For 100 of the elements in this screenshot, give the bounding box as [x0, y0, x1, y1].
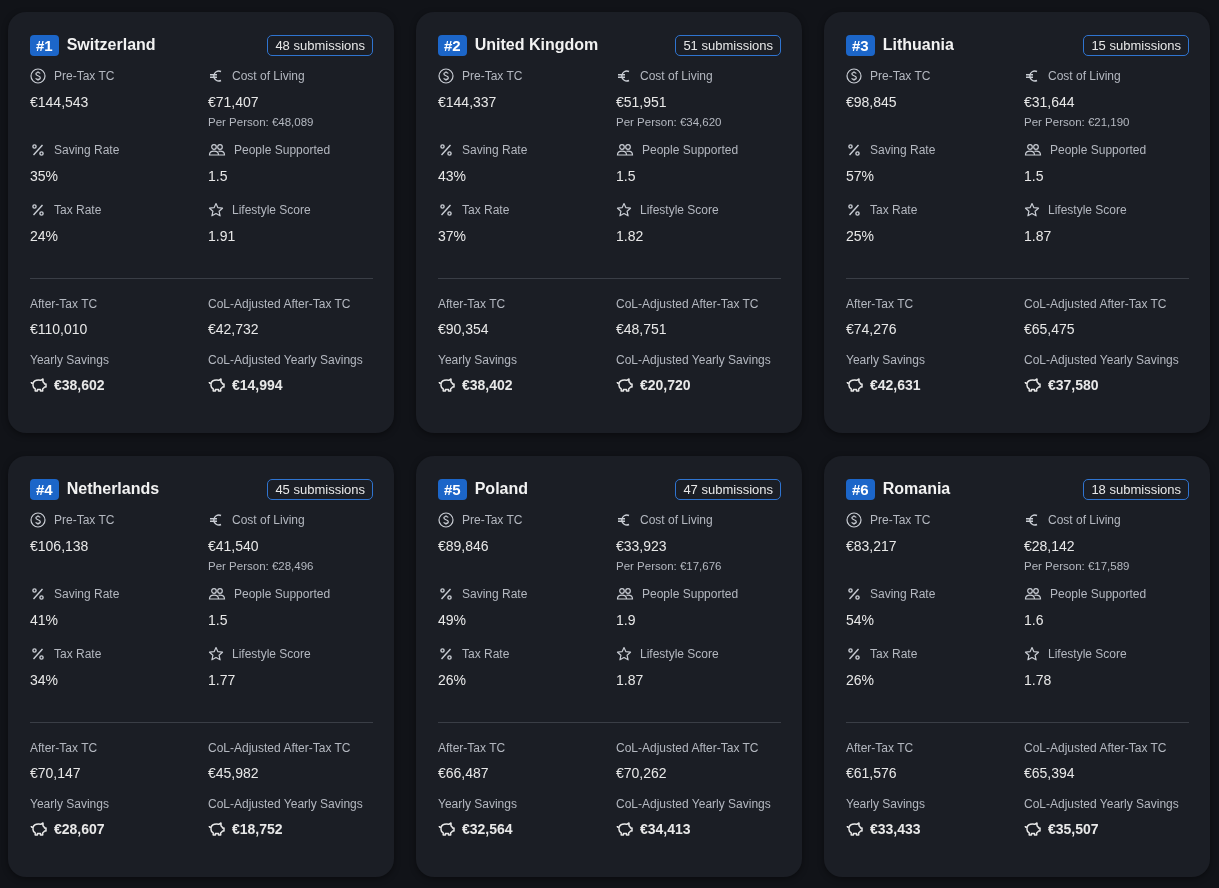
metric-label: Lifestyle Score [640, 203, 719, 217]
metric-value: €41,540 [208, 538, 260, 554]
euro-icon [616, 68, 632, 84]
metric-label: Saving Rate [54, 587, 120, 601]
metric-label: Cost of Living [1048, 69, 1121, 83]
total-label: CoL-Adjusted Yearly Savings [1024, 797, 1180, 811]
euro-icon [1024, 68, 1040, 84]
star-icon [208, 646, 224, 662]
piggy-bank-icon [30, 821, 48, 837]
submissions-badge: 48 submissions [267, 34, 373, 56]
metric-value: 1.87 [1024, 228, 1053, 244]
metric-label: People Supported [642, 143, 739, 157]
submissions-badge: 47 submissions [675, 478, 781, 500]
metric-label: Tax Rate [54, 647, 102, 661]
percent-icon [30, 202, 46, 218]
metric-label: Cost of Living [232, 513, 305, 527]
total-label: After-Tax TC [438, 741, 507, 755]
metric-value: 1.87 [616, 672, 645, 688]
total-label: CoL-Adjusted After-Tax TC [616, 297, 760, 311]
metric-value: 57% [846, 168, 876, 184]
percent-icon [438, 142, 454, 158]
metric-value: €51,951 [616, 94, 668, 110]
savings-value: €38,402 [462, 377, 513, 393]
rank-badge: #4 [30, 478, 59, 500]
percent-icon [438, 202, 454, 218]
piggy-bank-icon [438, 821, 456, 837]
euro-icon [208, 512, 224, 528]
metric-value: 1.82 [616, 228, 645, 244]
metric-value: 1.77 [208, 672, 237, 688]
per-person-note: Per Person: €21,190 [1024, 116, 1131, 128]
savings-value: €20,720 [640, 377, 691, 393]
metric-value: 25% [846, 228, 876, 244]
total-label: CoL-Adjusted After-Tax TC [1024, 297, 1168, 311]
people-icon [616, 142, 634, 158]
people-icon [208, 142, 226, 158]
metric-label: People Supported [234, 587, 331, 601]
savings-value: €35,507 [1048, 821, 1099, 837]
submissions-badge: 15 submissions [1083, 34, 1189, 56]
country-name: Switzerland [66, 36, 156, 54]
metric-value: 1.5 [1024, 168, 1045, 184]
metric-label: Cost of Living [232, 69, 305, 83]
total-label: Yearly Savings [30, 797, 110, 811]
metric-value: 26% [438, 672, 468, 688]
star-icon [616, 646, 632, 662]
metric-label: Lifestyle Score [232, 647, 311, 661]
metric-label: Saving Rate [54, 143, 120, 157]
savings-value: €32,564 [462, 821, 513, 837]
metric-label: People Supported [1050, 587, 1147, 601]
metric-label: Cost of Living [640, 513, 713, 527]
total-value: €70,147 [30, 765, 82, 781]
metric-label: Lifestyle Score [1048, 647, 1127, 661]
percent-icon [846, 646, 862, 662]
savings-value: €33,433 [870, 821, 921, 837]
total-label: CoL-Adjusted After-Tax TC [616, 741, 760, 755]
total-label: After-Tax TC [30, 741, 99, 755]
metric-label: People Supported [1050, 143, 1147, 157]
total-value: €42,732 [208, 321, 260, 337]
country-name: United Kingdom [474, 36, 599, 54]
per-person-note: Per Person: €17,589 [1024, 560, 1131, 572]
submissions-badge: 45 submissions [267, 478, 373, 500]
total-label: Yearly Savings [846, 797, 926, 811]
percent-icon [846, 586, 862, 602]
percent-icon [438, 586, 454, 602]
piggy-bank-icon [438, 377, 456, 393]
metric-label: Tax Rate [870, 203, 918, 217]
metric-value: 41% [30, 612, 60, 628]
piggy-bank-icon [616, 377, 634, 393]
metric-label: Saving Rate [870, 143, 936, 157]
savings-value: €28,607 [54, 821, 105, 837]
total-value: €74,276 [846, 321, 898, 337]
star-icon [208, 202, 224, 218]
metric-value: 34% [30, 672, 60, 688]
savings-value: €38,602 [54, 377, 105, 393]
metric-value: €98,845 [846, 94, 898, 110]
piggy-bank-icon [846, 821, 864, 837]
star-icon [1024, 646, 1040, 662]
total-value: €45,982 [208, 765, 260, 781]
total-label: CoL-Adjusted After-Tax TC [208, 297, 352, 311]
metric-value: 1.9 [616, 612, 637, 628]
metric-value: €106,138 [30, 538, 90, 554]
country-name: Netherlands [66, 480, 160, 498]
people-icon [1024, 142, 1042, 158]
metric-label: Tax Rate [462, 203, 510, 217]
total-label: CoL-Adjusted After-Tax TC [1024, 741, 1168, 755]
metric-label: Saving Rate [870, 587, 936, 601]
metric-label: Pre-Tax TC [462, 69, 523, 83]
dollar-circle-icon [438, 512, 454, 528]
total-label: CoL-Adjusted Yearly Savings [1024, 353, 1180, 367]
metric-value: €28,142 [1024, 538, 1076, 554]
total-label: CoL-Adjusted Yearly Savings [616, 797, 772, 811]
country-name: Lithuania [882, 36, 954, 54]
total-label: After-Tax TC [846, 297, 915, 311]
rank-badge: #3 [846, 34, 875, 56]
people-icon [616, 586, 634, 602]
total-value: €65,475 [1024, 321, 1076, 337]
piggy-bank-icon [1024, 821, 1042, 837]
star-icon [1024, 202, 1040, 218]
people-icon [1024, 586, 1042, 602]
total-value: €110,010 [30, 321, 89, 337]
piggy-bank-icon [616, 821, 634, 837]
